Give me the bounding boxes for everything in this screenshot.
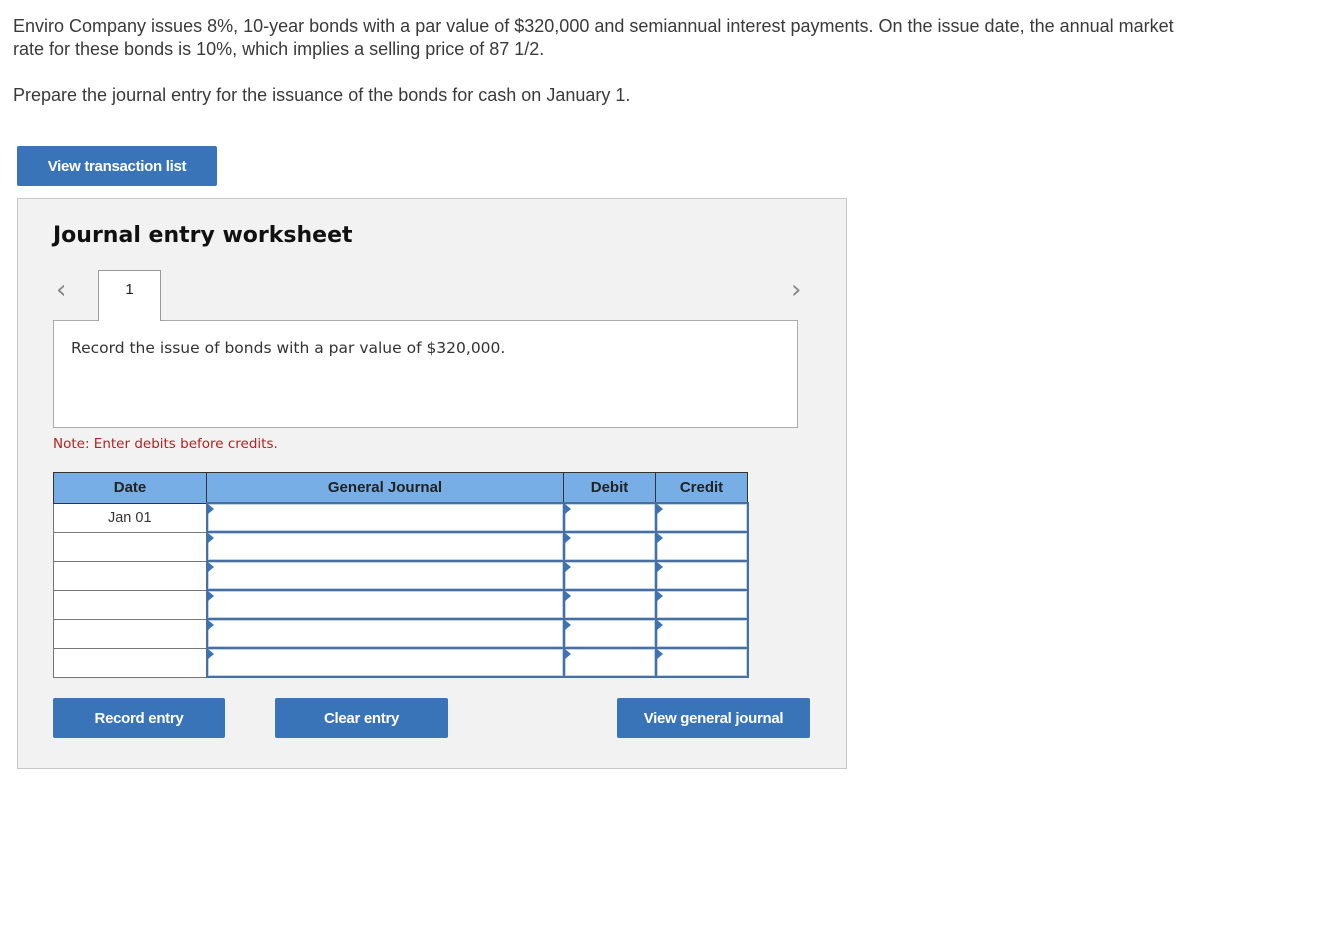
account-cell[interactable] — [205, 531, 565, 562]
dropdown-marker-icon — [564, 649, 571, 659]
debit-cell[interactable] — [562, 502, 657, 533]
journal-entry-worksheet: Journal entry worksheet ‹ 1 › Record the… — [17, 198, 847, 769]
credit-input[interactable] — [656, 533, 747, 560]
dropdown-marker-icon — [207, 620, 214, 630]
date-cell: Jan 01 — [53, 502, 207, 533]
dropdown-marker-icon — [656, 620, 663, 630]
question-text: Enviro Company issues 8%, 10-year bonds … — [13, 15, 1193, 107]
account-input[interactable] — [207, 562, 563, 589]
account-input[interactable] — [207, 533, 563, 560]
dropdown-marker-icon — [564, 620, 571, 630]
header-credit: Credit — [655, 472, 748, 504]
dropdown-marker-icon — [656, 591, 663, 601]
question-paragraph: Enviro Company issues 8%, 10-year bonds … — [13, 16, 1174, 59]
debit-credit-note: Note: Enter debits before credits. — [53, 436, 278, 452]
dropdown-marker-icon — [656, 504, 663, 514]
debit-input[interactable] — [564, 649, 655, 676]
account-input[interactable] — [207, 504, 563, 531]
credit-cell[interactable] — [654, 647, 749, 678]
dropdown-marker-icon — [656, 533, 663, 543]
tab-entry-1[interactable]: 1 — [98, 270, 161, 321]
chevron-right-icon[interactable]: › — [791, 275, 801, 305]
dropdown-marker-icon — [564, 562, 571, 572]
table-row — [53, 647, 749, 678]
date-cell — [53, 647, 207, 678]
account-cell[interactable] — [205, 502, 565, 533]
header-general-journal: General Journal — [206, 472, 564, 504]
record-entry-button[interactable]: Record entry — [53, 698, 225, 738]
account-input[interactable] — [207, 591, 563, 618]
credit-cell[interactable] — [654, 502, 749, 533]
dropdown-marker-icon — [207, 504, 214, 514]
account-cell[interactable] — [205, 618, 565, 649]
account-cell[interactable] — [205, 589, 565, 620]
credit-input[interactable] — [656, 649, 747, 676]
dropdown-marker-icon — [656, 562, 663, 572]
table-row: Jan 01 — [53, 502, 749, 533]
account-cell[interactable] — [205, 647, 565, 678]
credit-input[interactable] — [656, 562, 747, 589]
debit-input[interactable] — [564, 620, 655, 647]
account-cell[interactable] — [205, 560, 565, 591]
table-row — [53, 618, 749, 649]
debit-input[interactable] — [564, 562, 655, 589]
debit-input[interactable] — [564, 504, 655, 531]
header-date: Date — [53, 472, 207, 504]
debit-cell[interactable] — [562, 531, 657, 562]
instruction-box: Record the issue of bonds with a par val… — [53, 320, 798, 428]
view-general-journal-button[interactable]: View general journal — [617, 698, 810, 738]
credit-input[interactable] — [656, 504, 747, 531]
date-cell — [53, 618, 207, 649]
credit-cell[interactable] — [654, 560, 749, 591]
worksheet-title: Journal entry worksheet — [53, 223, 353, 248]
account-input[interactable] — [207, 649, 563, 676]
dropdown-marker-icon — [564, 533, 571, 543]
dropdown-marker-icon — [207, 533, 214, 543]
question-prompt: Prepare the journal entry for the issuan… — [13, 85, 631, 105]
debit-cell[interactable] — [562, 618, 657, 649]
debit-input[interactable] — [564, 591, 655, 618]
debit-cell[interactable] — [562, 589, 657, 620]
dropdown-marker-icon — [656, 649, 663, 659]
credit-cell[interactable] — [654, 618, 749, 649]
account-input[interactable] — [207, 620, 563, 647]
date-cell — [53, 589, 207, 620]
dropdown-marker-icon — [564, 504, 571, 514]
table-row — [53, 589, 749, 620]
dropdown-marker-icon — [564, 591, 571, 601]
table-row — [53, 531, 749, 562]
view-transaction-list-button[interactable]: View transaction list — [17, 146, 217, 186]
dropdown-marker-icon — [207, 649, 214, 659]
table-row — [53, 560, 749, 591]
credit-cell[interactable] — [654, 531, 749, 562]
debit-cell[interactable] — [562, 647, 657, 678]
dropdown-marker-icon — [207, 562, 214, 572]
credit-input[interactable] — [656, 591, 747, 618]
chevron-left-icon[interactable]: ‹ — [56, 275, 66, 305]
dropdown-marker-icon — [207, 591, 214, 601]
date-cell — [53, 531, 207, 562]
journal-table: Date General Journal Debit Credit Jan 01 — [53, 472, 749, 678]
date-cell — [53, 560, 207, 591]
credit-cell[interactable] — [654, 589, 749, 620]
clear-entry-button[interactable]: Clear entry — [275, 698, 448, 738]
instruction-text: Record the issue of bonds with a par val… — [71, 339, 506, 357]
header-debit: Debit — [563, 472, 656, 504]
table-header-row: Date General Journal Debit Credit — [53, 472, 748, 504]
debit-input[interactable] — [564, 533, 655, 560]
debit-cell[interactable] — [562, 560, 657, 591]
credit-input[interactable] — [656, 620, 747, 647]
